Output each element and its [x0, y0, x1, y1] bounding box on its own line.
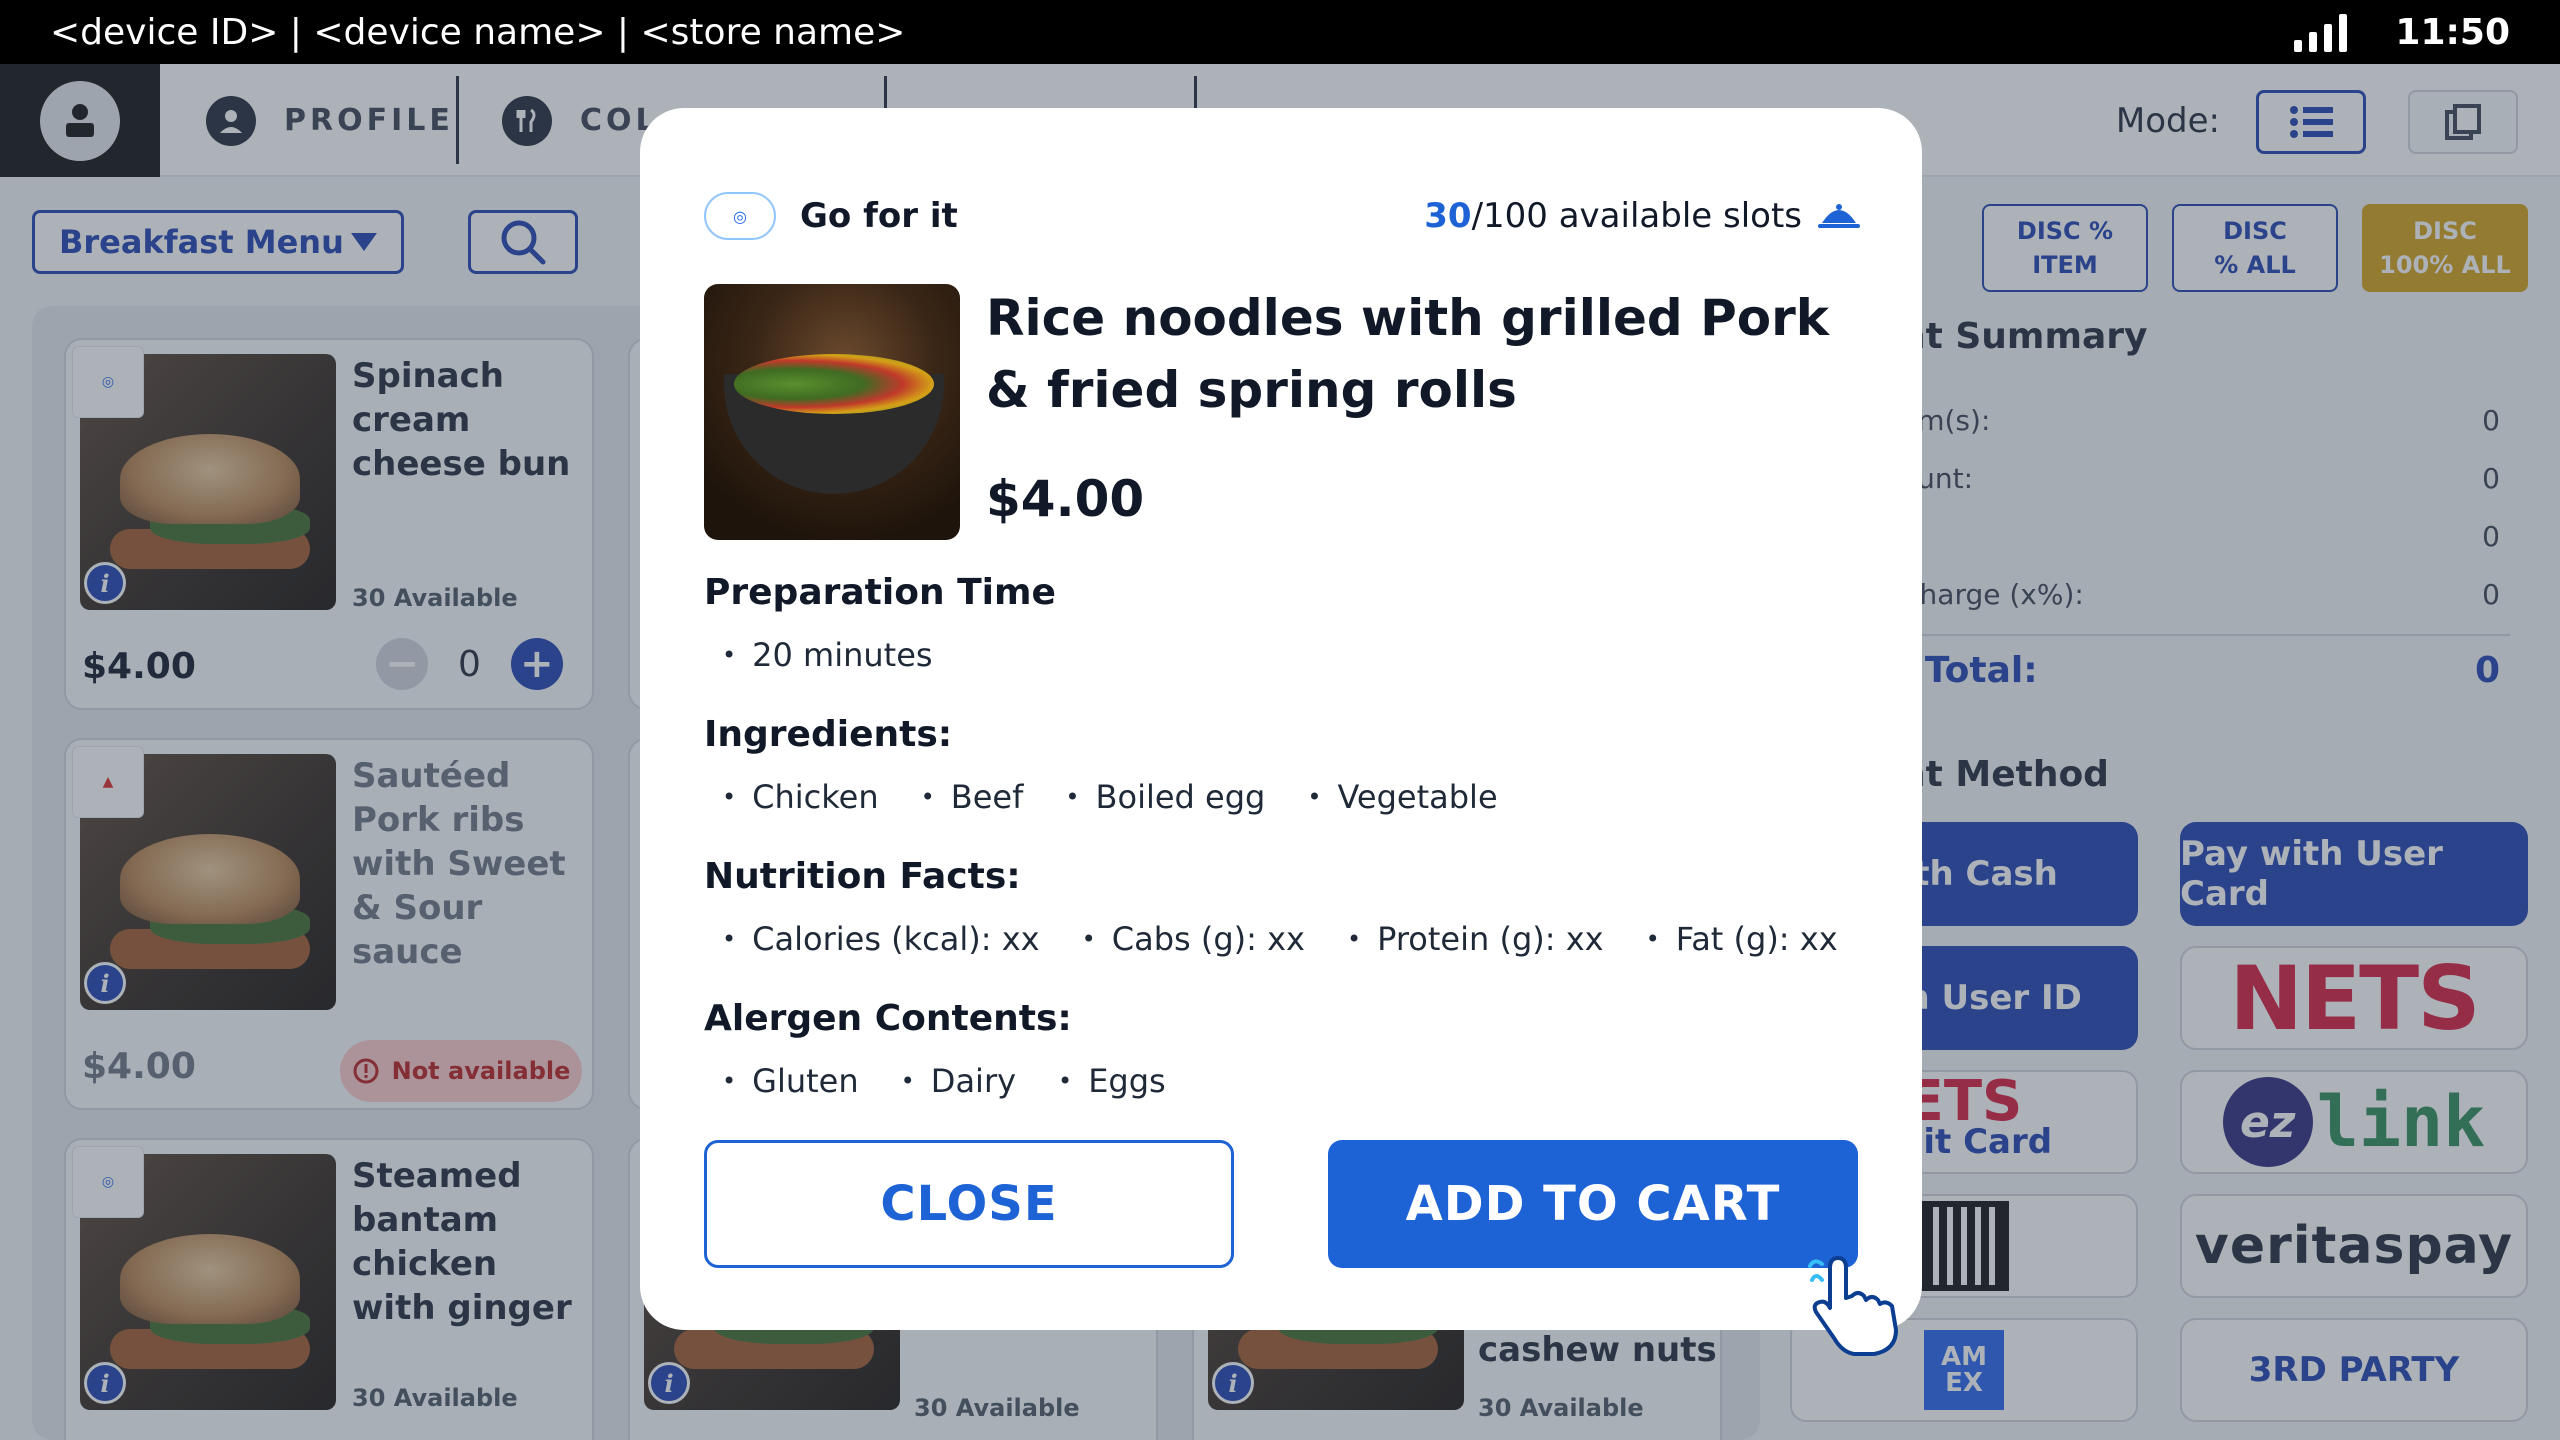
ingredients-title: Ingredients:	[704, 714, 953, 755]
nutrition-fact: Cabs (g): xx	[1082, 920, 1305, 958]
clock: 11:50	[2395, 11, 2510, 53]
cloche-icon	[1818, 204, 1860, 228]
close-button[interactable]: CLOSE	[704, 1140, 1234, 1268]
vendor-logo-icon: ◎	[704, 192, 776, 240]
ingredient: Beef	[921, 778, 1024, 816]
ingredient: Vegetable	[1307, 778, 1497, 816]
dish-image	[704, 284, 960, 540]
device-info: <device ID> | <device name> | <store nam…	[50, 11, 906, 53]
prep-time-list: 20 minutes	[722, 636, 932, 674]
nutrition-list: Calories (kcal): xx Cabs (g): xx Protein…	[722, 920, 1838, 958]
slots-current: 30	[1424, 196, 1472, 236]
dish-price: $4.00	[986, 470, 1145, 528]
allergen: Dairy	[901, 1062, 1016, 1100]
signal-bars-icon	[2294, 12, 2348, 52]
vendor-brand: ◎ Go for it	[704, 192, 958, 240]
available-slots: 30/100 available slots	[1424, 196, 1860, 236]
allergen-list: Gluten Dairy Eggs	[722, 1062, 1166, 1100]
ingredient: Chicken	[722, 778, 878, 816]
modal-header: ◎ Go for it 30/100 available slots	[704, 188, 1860, 244]
prep-time-title: Preparation Time	[704, 572, 1056, 613]
nutrition-fact: Fat (g): xx	[1646, 920, 1838, 958]
allergen-title: Alergen Contents:	[704, 998, 1072, 1039]
ingredient: Boiled egg	[1065, 778, 1266, 816]
allergen: Eggs	[1058, 1062, 1166, 1100]
nutrition-title: Nutrition Facts:	[704, 856, 1021, 897]
status-bar: <device ID> | <device name> | <store nam…	[0, 0, 2560, 64]
nutrition-fact: Protein (g): xx	[1347, 920, 1603, 958]
nutrition-fact: Calories (kcal): xx	[722, 920, 1039, 958]
vendor-name: Go for it	[800, 196, 958, 236]
dish-title: Rice noodles with grilled Pork & fried s…	[986, 289, 1830, 419]
hand-pointer-icon	[1808, 1256, 1898, 1356]
add-to-cart-button[interactable]: ADD TO CART	[1328, 1140, 1858, 1268]
prep-time-value: 20 minutes	[722, 636, 932, 674]
ingredients-list: Chicken Beef Boiled egg Vegetable	[722, 778, 1497, 816]
allergen: Gluten	[722, 1062, 858, 1100]
slots-total: /100 available slots	[1471, 196, 1802, 236]
item-detail-modal: ◎ Go for it 30/100 available slots Rice …	[640, 108, 1922, 1330]
